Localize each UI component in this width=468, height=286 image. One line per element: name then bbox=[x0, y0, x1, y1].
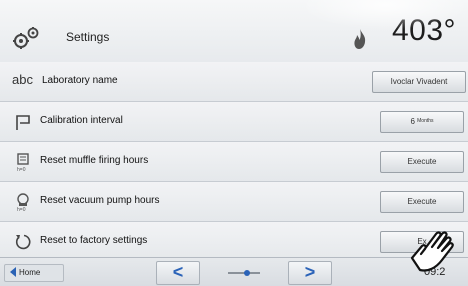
back-arrow-icon bbox=[10, 266, 16, 277]
calibration-interval-row: Calibration interval 6 Months bbox=[0, 102, 468, 142]
settings-list: abc Laboratory name Ivoclar Vivadent Cal… bbox=[0, 62, 468, 262]
settings-screen: Settings 403° abc Laboratory name Ivocla… bbox=[0, 0, 468, 286]
next-page-button[interactable]: > bbox=[288, 261, 332, 285]
reset-factory-row: Reset to factory settings Ex bbox=[0, 222, 468, 262]
calibration-interval-value: 6 bbox=[410, 117, 415, 126]
calibration-interval-label: Calibration interval bbox=[40, 115, 123, 126]
reset-factory-label: Reset to factory settings bbox=[40, 235, 148, 246]
screen-glare bbox=[300, 0, 468, 30]
calibration-interval-unit: Months bbox=[417, 118, 434, 124]
reset-vacuum-row: h=0 Reset vacuum pump hours Execute bbox=[0, 182, 468, 222]
reset-vacuum-execute-button[interactable]: Execute bbox=[380, 191, 464, 213]
footer-bar: Home < > 09:2 bbox=[0, 257, 468, 286]
calibration-interval-button[interactable]: 6 Months bbox=[380, 111, 464, 133]
reset-icon bbox=[15, 234, 31, 250]
flame-icon bbox=[354, 29, 366, 49]
gears-icon bbox=[13, 27, 39, 49]
previous-page-button[interactable]: < bbox=[156, 261, 200, 285]
reset-muffle-label: Reset muffle firing hours bbox=[40, 155, 149, 166]
calibration-icon bbox=[16, 115, 30, 130]
abc-icon: abc bbox=[12, 72, 33, 87]
reset-muffle-execute-button[interactable]: Execute bbox=[380, 151, 464, 173]
svg-text:h=0: h=0 bbox=[17, 207, 26, 212]
reset-vacuum-label: Reset vacuum pump hours bbox=[40, 195, 160, 206]
home-label: Home bbox=[19, 268, 41, 277]
home-button[interactable]: Home bbox=[4, 264, 64, 282]
pointing-hand-icon bbox=[410, 231, 454, 272]
laboratory-name-button[interactable]: Ivoclar Vivadent bbox=[372, 71, 466, 93]
page-indicator-dot bbox=[244, 270, 250, 276]
muffle-hours-icon: h=0 bbox=[17, 153, 29, 172]
svg-text:h=0: h=0 bbox=[17, 167, 26, 172]
page-title: Settings bbox=[66, 30, 110, 44]
laboratory-name-row: abc Laboratory name Ivoclar Vivadent bbox=[0, 62, 468, 102]
page-indicator bbox=[228, 270, 260, 276]
vacuum-pump-icon: h=0 bbox=[17, 193, 29, 212]
laboratory-name-label: Laboratory name bbox=[42, 75, 118, 86]
reset-muffle-row: h=0 Reset muffle firing hours Execute bbox=[0, 142, 468, 182]
